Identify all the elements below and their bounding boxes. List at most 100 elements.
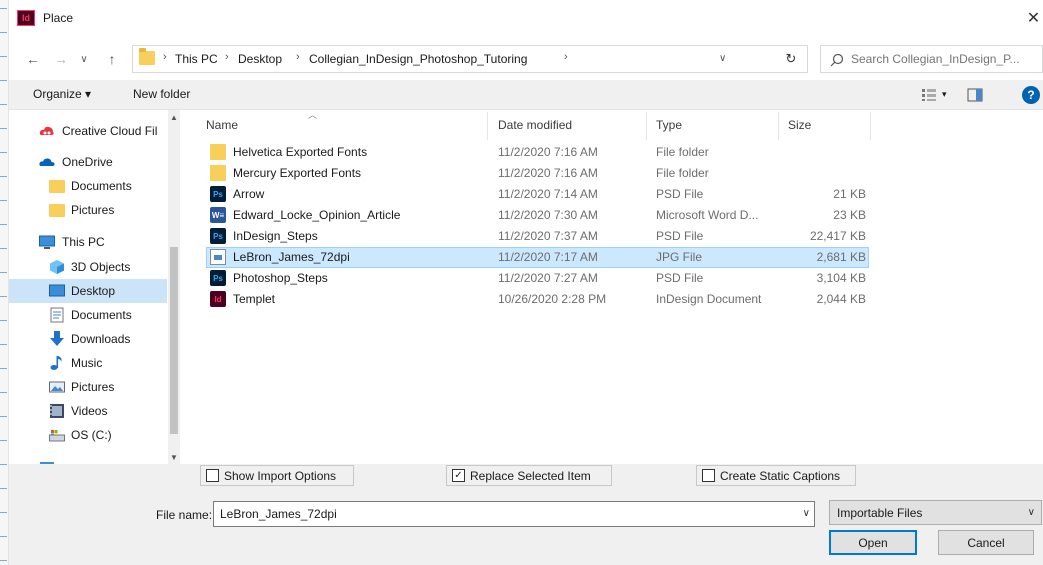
nav-item-3d-objects[interactable]: 3D Objects: [9, 255, 167, 279]
ruler-tick: [0, 560, 7, 561]
create-static-captions-label[interactable]: Create Static Captions: [720, 469, 840, 483]
file-row-templet[interactable]: Id Templet 10/26/2020 2:28 PM InDesign D…: [206, 289, 869, 310]
create-static-captions-box[interactable]: Create Static Captions: [696, 465, 856, 486]
nav-item-music[interactable]: Music: [9, 351, 167, 375]
file-name: LeBron_James_72dpi: [233, 250, 350, 264]
file-size: 21 KB: [833, 187, 866, 201]
column-divider[interactable]: [646, 112, 647, 140]
folder-icon: [139, 48, 155, 65]
preview-pane-icon[interactable]: [967, 88, 983, 102]
column-header-type[interactable]: Type: [656, 118, 682, 132]
ruler-tick: [0, 224, 7, 225]
nav-item-onedrive-documents[interactable]: Documents: [9, 174, 167, 198]
ruler-tick: [0, 488, 7, 489]
file-row-arrow[interactable]: Ps Arrow 11/2/2020 7:14 AM PSD File 21 K…: [206, 184, 869, 205]
pictures-icon: [49, 381, 65, 393]
address-bar[interactable]: › This PC › Desktop › Collegian_InDesign…: [132, 45, 808, 73]
column-header-date-modified[interactable]: Date modified: [498, 118, 572, 132]
nav-item-label: 3D Objects: [71, 260, 131, 274]
photoshop-file-icon: Ps: [210, 270, 226, 286]
view-options-icon[interactable]: [921, 88, 937, 102]
file-type: File folder: [656, 145, 709, 159]
file-name-dropdown-chevron-icon[interactable]: ∨: [803, 508, 810, 519]
file-name: Arrow: [233, 187, 265, 201]
breadcrumb-this-pc[interactable]: This PC: [175, 52, 218, 66]
show-import-options-label[interactable]: Show Import Options: [224, 469, 336, 483]
nav-pane-scroll-thumb[interactable]: [170, 247, 178, 434]
folder-icon: [49, 180, 65, 193]
nav-item-onedrive-pictures[interactable]: Pictures: [9, 198, 167, 222]
file-row-photoshop-steps[interactable]: Ps Photoshop_Steps 11/2/2020 7:27 AM PSD…: [206, 268, 869, 289]
file-row-mercury-exported-fonts[interactable]: Mercury Exported Fonts 11/2/2020 7:16 AM…: [206, 163, 869, 184]
column-divider[interactable]: [870, 112, 871, 140]
file-row-lebron-james-72dpi[interactable]: LeBron_James_72dpi 11/2/2020 7:17 AM JPG…: [206, 247, 869, 268]
file-list: Name ︿ Date modified Type Size Helvetica…: [180, 110, 1043, 464]
organize-button[interactable]: Organize ▾: [33, 87, 91, 101]
file-type-filter-chevron-icon[interactable]: ∨: [1028, 507, 1035, 518]
nav-item-downloads[interactable]: Downloads: [9, 327, 167, 351]
view-dropdown-chevron-icon[interactable]: ▾: [942, 89, 947, 100]
open-button[interactable]: Open: [829, 530, 917, 555]
breadcrumb-separator-icon[interactable]: ›: [564, 51, 568, 63]
breadcrumb-current-folder[interactable]: Collegian_InDesign_Photoshop_Tutoring: [309, 52, 527, 66]
file-type-filter-select[interactable]: Importable Files ∨: [829, 500, 1042, 525]
cancel-button[interactable]: Cancel: [938, 530, 1034, 555]
file-row-edward-locke-opinion-article[interactable]: W≡ Edward_Locke_Opinion_Article 11/2/202…: [206, 205, 869, 226]
file-row-helvetica-exported-fonts[interactable]: Helvetica Exported Fonts 11/2/2020 7:16 …: [206, 142, 869, 163]
show-import-options-box[interactable]: Show Import Options: [200, 465, 354, 486]
nav-item-this-pc[interactable]: This PC: [9, 230, 167, 254]
ruler-tick: [0, 128, 7, 129]
recent-locations-chevron-icon[interactable]: ∨: [76, 46, 92, 72]
create-static-captions-checkbox[interactable]: [702, 469, 715, 482]
nav-item-label: OneDrive: [62, 155, 113, 169]
nav-item-pictures[interactable]: Pictures: [9, 375, 167, 399]
column-header-name[interactable]: Name: [206, 118, 238, 132]
nav-item-onedrive[interactable]: OneDrive: [9, 150, 167, 174]
file-type: JPG File: [656, 250, 703, 264]
file-name-combobox[interactable]: ∨: [213, 501, 815, 527]
nav-item-label: Music: [71, 356, 103, 370]
nav-item-desktop[interactable]: Desktop: [9, 279, 167, 303]
help-icon[interactable]: ?: [1022, 86, 1040, 104]
up-arrow-icon[interactable]: ↑: [101, 46, 123, 72]
nav-item-os-drive[interactable]: OS (C:): [9, 423, 167, 447]
nav-item-videos[interactable]: Videos: [9, 399, 167, 423]
file-type: PSD File: [656, 187, 704, 201]
folder-icon: [210, 144, 226, 160]
column-divider[interactable]: [778, 112, 779, 140]
downloads-icon: [50, 331, 64, 346]
ruler-tick: [0, 152, 7, 153]
scroll-up-arrow-icon[interactable]: ▲: [168, 110, 180, 124]
forward-arrow-icon[interactable]: →: [50, 46, 72, 72]
search-box[interactable]: [820, 45, 1043, 73]
nav-item-documents[interactable]: Documents: [9, 303, 167, 327]
breadcrumb-desktop[interactable]: Desktop: [238, 52, 282, 66]
ruler-tick: [0, 200, 7, 201]
replace-selected-item-label[interactable]: Replace Selected Item: [470, 469, 591, 483]
file-size: 3,104 KB: [816, 271, 866, 285]
file-date: 11/2/2020 7:30 AM: [498, 208, 598, 222]
replace-selected-item-checkbox[interactable]: ✓: [452, 469, 465, 482]
file-row-indesign-steps[interactable]: Ps InDesign_Steps 11/2/2020 7:37 AM PSD …: [206, 226, 869, 247]
search-icon: [830, 53, 844, 67]
search-input[interactable]: [849, 49, 1039, 69]
nav-item-network-partial[interactable]: [9, 450, 167, 464]
replace-selected-item-box[interactable]: ✓ Replace Selected Item: [446, 465, 612, 486]
column-header-size[interactable]: Size: [788, 118, 811, 132]
breadcrumb-separator-icon[interactable]: ›: [296, 51, 300, 63]
file-type: InDesign Document: [656, 292, 762, 306]
breadcrumb-separator-icon[interactable]: ›: [225, 51, 229, 63]
nav-item-creative-cloud[interactable]: Creative Cloud Fil: [9, 119, 167, 143]
refresh-icon[interactable]: ↻: [776, 46, 806, 72]
new-folder-button[interactable]: New folder: [133, 87, 190, 101]
file-date: 11/2/2020 7:17 AM: [498, 250, 598, 264]
file-type: Microsoft Word D...: [656, 208, 759, 222]
file-name-input[interactable]: [218, 505, 788, 523]
show-import-options-checkbox[interactable]: [206, 469, 219, 482]
scroll-down-arrow-icon[interactable]: ▼: [168, 450, 180, 464]
close-button[interactable]: ✕: [1024, 6, 1043, 30]
3d-objects-icon: [50, 260, 64, 274]
address-history-chevron-icon[interactable]: ∨: [719, 53, 726, 64]
back-arrow-icon[interactable]: ←: [22, 46, 44, 72]
column-divider[interactable]: [487, 112, 488, 140]
